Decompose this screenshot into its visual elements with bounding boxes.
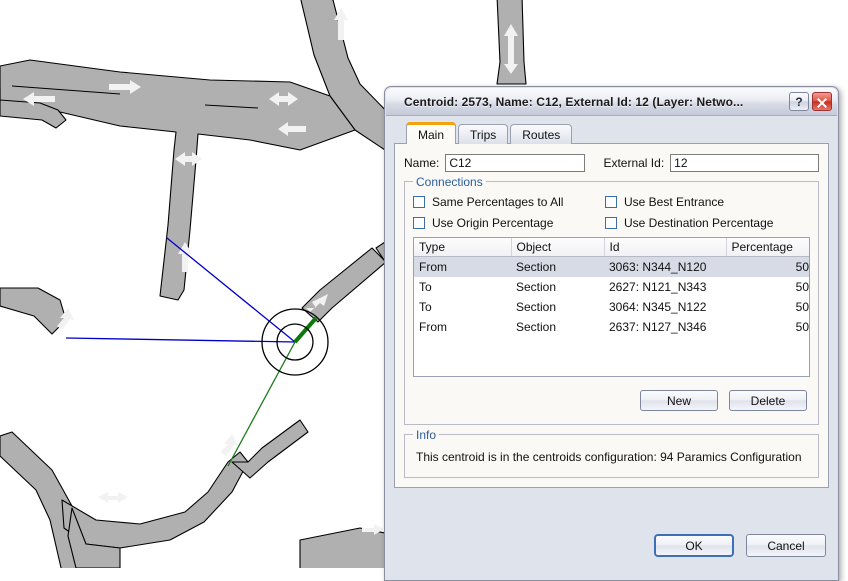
column-header-id[interactable]: Id bbox=[604, 238, 727, 257]
tab-trips[interactable]: Trips bbox=[458, 124, 509, 144]
tab-main[interactable]: Main bbox=[406, 122, 457, 144]
checkbox-label: Same Percentages to All bbox=[432, 195, 564, 209]
column-header-object[interactable]: Object bbox=[511, 238, 605, 257]
delete-button[interactable]: Delete bbox=[729, 390, 807, 411]
info-text: This centroid is in the centroids config… bbox=[416, 450, 802, 464]
name-label: Name: bbox=[404, 156, 440, 170]
cell-object: Section bbox=[516, 279, 557, 294]
cell-object: Section bbox=[516, 299, 557, 314]
table-row[interactable]: From Section 3063: N344_N120 50 bbox=[414, 256, 809, 277]
external-id-input[interactable]: 12 bbox=[670, 154, 819, 172]
cell-percentage: 50 bbox=[726, 256, 809, 277]
checkbox-label: Use Destination Percentage bbox=[624, 216, 774, 230]
cell-percentage: 50 bbox=[795, 279, 809, 294]
cell-id: 2637: N127_N346 bbox=[609, 319, 707, 334]
cell-id: 3064: N345_N122 bbox=[609, 299, 707, 314]
table-row[interactable]: To Section 2627: N121_N343 50 bbox=[414, 277, 809, 297]
centroid-properties-dialog[interactable]: Centroid: 2573, Name: C12, External Id: … bbox=[384, 86, 839, 581]
dialog-footer: OK Cancel bbox=[386, 520, 837, 580]
connections-legend: Connections bbox=[413, 175, 486, 189]
external-id-label: External Id: bbox=[603, 156, 665, 170]
checkbox-row-2: Use Origin Percentage Use Destination Pe… bbox=[413, 216, 810, 230]
close-icon[interactable] bbox=[812, 92, 832, 111]
cell-object: Section bbox=[511, 256, 604, 277]
cell-type: To bbox=[419, 299, 432, 314]
column-header-percentage[interactable]: Percentage bbox=[726, 238, 809, 257]
cell-type: To bbox=[419, 279, 432, 294]
table-row[interactable]: To Section 3064: N345_N122 50 bbox=[414, 297, 809, 317]
connections-groupbox: Connections Same Percentages to All Use … bbox=[404, 175, 819, 425]
identity-field-row: Name: C12 External Id: 12 bbox=[404, 154, 819, 172]
ok-button[interactable]: OK bbox=[654, 534, 734, 557]
dialog-tabstrip: Main Trips Routes bbox=[394, 122, 829, 144]
cell-type: From bbox=[414, 256, 511, 277]
connections-button-row: New Delete bbox=[413, 390, 810, 411]
checkbox-box-icon[interactable] bbox=[605, 196, 617, 208]
checkbox-label: Use Origin Percentage bbox=[432, 216, 554, 230]
dialog-title: Centroid: 2573, Name: C12, External Id: … bbox=[404, 94, 744, 109]
dialog-titlebar[interactable]: Centroid: 2573, Name: C12, External Id: … bbox=[386, 88, 837, 116]
cell-id: 2627: N121_N343 bbox=[609, 279, 707, 294]
checkbox-label: Use Best Entrance bbox=[624, 195, 725, 209]
column-header-type[interactable]: Type bbox=[414, 238, 512, 257]
new-button[interactable]: New bbox=[640, 390, 718, 411]
cell-percentage: 50 bbox=[795, 299, 809, 314]
checkbox-use-origin-percentage[interactable]: Use Origin Percentage bbox=[413, 216, 605, 230]
tab-panel-main: Name: C12 External Id: 12 Connections Sa… bbox=[394, 143, 829, 488]
name-input[interactable]: C12 bbox=[445, 154, 585, 172]
tab-routes[interactable]: Routes bbox=[510, 124, 573, 144]
cell-id: 3063: N344_N120 bbox=[604, 256, 726, 277]
cancel-button[interactable]: Cancel bbox=[746, 534, 826, 557]
cell-type: From bbox=[419, 319, 447, 334]
checkbox-box-icon[interactable] bbox=[413, 217, 425, 229]
close-x-glyph bbox=[817, 97, 827, 108]
dialog-client-area: Main Trips Routes Name: C12 External Id:… bbox=[386, 116, 837, 520]
checkbox-box-icon[interactable] bbox=[413, 196, 425, 208]
help-button[interactable]: ? bbox=[789, 92, 809, 111]
connections-table[interactable]: Type Object Id Percentage From Section 3… bbox=[413, 237, 810, 377]
checkbox-same-percentages-to-all[interactable]: Same Percentages to All bbox=[413, 195, 605, 209]
cell-object: Section bbox=[516, 319, 557, 334]
cell-percentage: 50 bbox=[795, 319, 809, 334]
table-row[interactable]: From Section 2637: N127_N346 50 bbox=[414, 317, 809, 337]
info-legend: Info bbox=[413, 428, 440, 442]
checkbox-row-1: Same Percentages to All Use Best Entranc… bbox=[413, 195, 810, 209]
checkbox-use-best-entrance[interactable]: Use Best Entrance bbox=[605, 195, 724, 209]
info-groupbox: Info This centroid is in the centroids c… bbox=[404, 428, 819, 478]
checkbox-box-icon[interactable] bbox=[605, 217, 617, 229]
table-header-row: Type Object Id Percentage bbox=[414, 238, 809, 257]
checkbox-use-destination-percentage[interactable]: Use Destination Percentage bbox=[605, 216, 773, 230]
